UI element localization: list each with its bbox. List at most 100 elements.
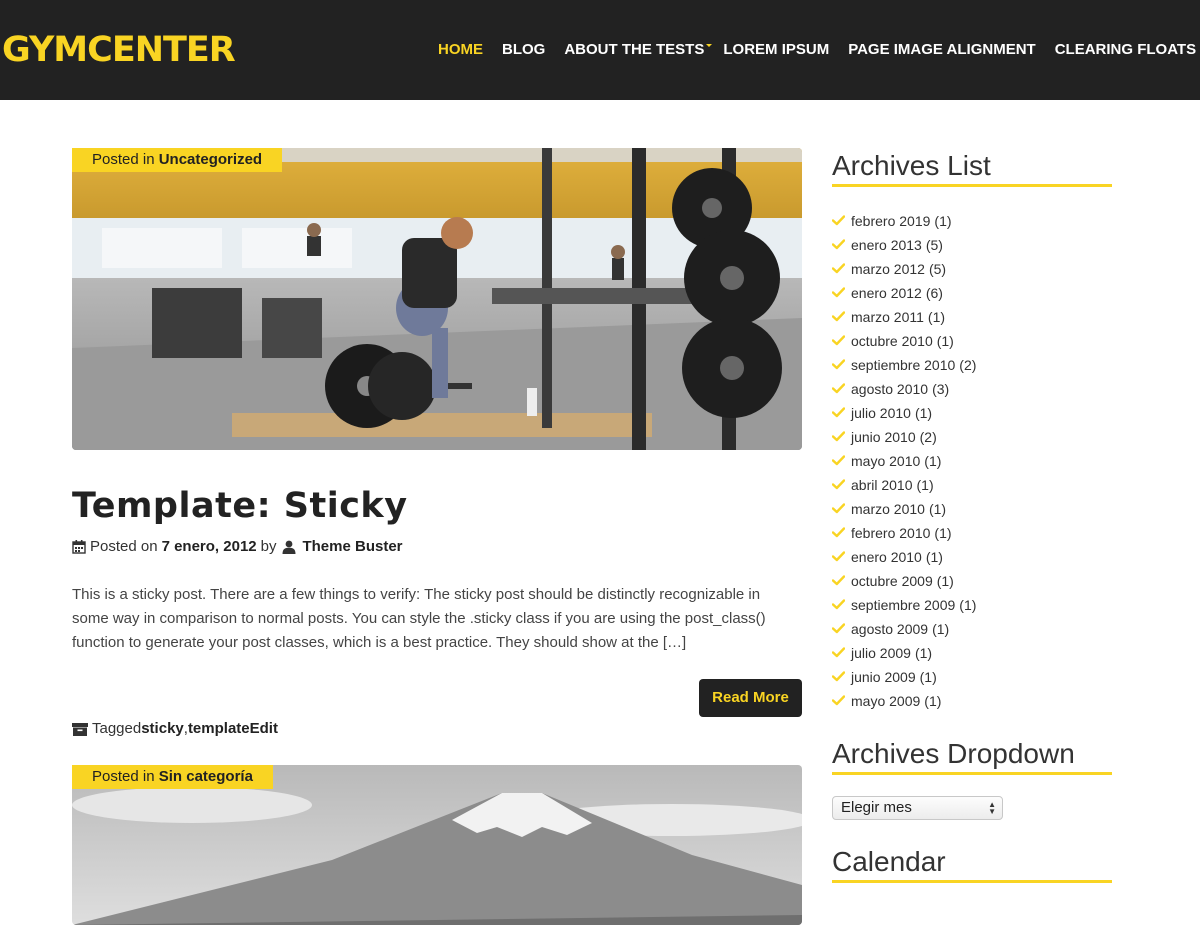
- archive-count: (1): [916, 477, 934, 493]
- post-category-badge: Posted in Sin categoría: [72, 765, 273, 789]
- checkmark-icon: [831, 210, 851, 232]
- archive-count: (1): [936, 573, 954, 589]
- nav-item-home[interactable]: HOME: [438, 40, 483, 60]
- archives-select[interactable]: Elegir mes ▲ ▼: [832, 796, 1003, 820]
- checkmark-icon: [831, 690, 851, 712]
- archive-list-item: abril 2010 (1): [831, 473, 976, 497]
- archive-list-item: septiembre 2010 (2): [831, 353, 977, 377]
- checkmark-icon: [831, 354, 851, 376]
- archive-list-item: marzo 2010 (1): [831, 497, 976, 521]
- archive-month-link[interactable]: junio 2010: [851, 426, 916, 448]
- archive-month-link[interactable]: febrero 2010: [851, 522, 930, 544]
- checkmark-icon: [831, 330, 851, 352]
- archive-month-link[interactable]: julio 2010: [851, 402, 911, 424]
- gym-photo-image: [72, 148, 802, 450]
- archive-month-link[interactable]: enero 2010: [851, 546, 922, 568]
- post-meta: Posted on 7 enero, 2012 by Theme Buster: [72, 537, 403, 557]
- checkmark-icon: [831, 378, 851, 400]
- post-excerpt: This is a sticky post. There are a few t…: [72, 586, 766, 651]
- nav-item-page-image-alignment[interactable]: PAGE IMAGE ALIGNMENT: [848, 40, 1036, 60]
- archive-list-item: junio 2009 (1): [831, 665, 976, 689]
- archive-list-item: marzo 2011 (1): [831, 305, 976, 329]
- checkmark-icon: [831, 402, 851, 424]
- tag-link-template[interactable]: template: [188, 719, 250, 739]
- archive-list-item: octubre 2009 (1): [831, 569, 976, 593]
- archives-dropdown-title: Archives Dropdown: [832, 736, 1112, 775]
- archive-count: (6): [925, 285, 943, 301]
- archive-month-link[interactable]: agosto 2009: [851, 618, 928, 640]
- archive-month-link[interactable]: enero 2013: [851, 234, 922, 256]
- posted-on-label: Posted on: [90, 538, 158, 555]
- posted-in-label: Posted in: [92, 151, 155, 168]
- nav-item-about-the-tests-label: ABOUT THE TESTS: [564, 41, 705, 58]
- archives-list: febrero 2019 (1) enero 2013 (5) marzo 2012 (5…: [831, 209, 977, 713]
- archive-month-link[interactable]: mayo 2009: [851, 690, 920, 712]
- archive-month-link[interactable]: marzo 2010: [851, 498, 925, 520]
- checkmark-icon: [831, 426, 851, 448]
- archive-month-link[interactable]: octubre 2009: [851, 570, 933, 592]
- archive-count: (1): [925, 549, 943, 565]
- archive-count: (1): [934, 213, 952, 229]
- archive-count: (1): [914, 645, 933, 661]
- archive-month-link[interactable]: marzo 2011: [851, 306, 924, 328]
- read-more-button[interactable]: Read More: [699, 679, 802, 717]
- author-link[interactable]: Theme Buster: [302, 537, 402, 557]
- archive-count: (5): [925, 237, 943, 253]
- archive-month-link[interactable]: octubre 2010: [851, 330, 933, 352]
- archive-count: (1): [924, 453, 942, 469]
- archive-month-link[interactable]: septiembre 2010: [851, 354, 955, 376]
- nav-item-blog[interactable]: BLOG: [502, 40, 545, 60]
- archive-count: (2): [959, 357, 977, 373]
- archive-list-item: febrero 2019 (1): [831, 209, 976, 233]
- edit-link[interactable]: Edit: [250, 719, 278, 739]
- archive-month-link[interactable]: marzo 2012: [851, 258, 925, 280]
- mountain-photo-image: [72, 765, 802, 925]
- post-date-link[interactable]: 7 enero, 2012: [162, 537, 257, 557]
- archive-count: (1): [934, 525, 952, 541]
- archive-list-item: enero 2012 (6): [831, 281, 976, 305]
- archive-list-item: agosto 2009 (1): [831, 617, 976, 641]
- tag-link-sticky[interactable]: sticky: [141, 719, 184, 739]
- archive-list-item: enero 2013 (5): [831, 233, 976, 257]
- archive-month-link[interactable]: abril 2010: [851, 474, 913, 496]
- archive-month-link[interactable]: agosto 2010: [851, 378, 928, 400]
- checkmark-icon: [831, 450, 851, 472]
- archive-month-link[interactable]: enero 2012: [851, 282, 922, 304]
- checkmark-icon: [831, 282, 851, 304]
- archive-list-item: octubre 2010 (1): [831, 329, 976, 353]
- nav-item-lorem-ipsum[interactable]: LOREM IPSUM: [723, 40, 829, 60]
- archive-month-link[interactable]: febrero 2019: [851, 210, 930, 232]
- archive-list-item: febrero 2010 (1): [831, 521, 976, 545]
- archive-count: (1): [928, 501, 947, 517]
- archive-box-icon: [72, 723, 88, 736]
- archive-list-item: junio 2010 (2): [831, 425, 976, 449]
- user-icon: [282, 540, 296, 554]
- archive-list-item: septiembre 2009 (1): [831, 593, 977, 617]
- archive-count: (2): [919, 429, 937, 445]
- archive-list-item: enero 2010 (1): [831, 545, 976, 569]
- post-featured-image[interactable]: [72, 765, 802, 925]
- post-title[interactable]: Template: Sticky: [72, 484, 408, 528]
- checkmark-icon: [831, 618, 851, 640]
- category-link[interactable]: Uncategorized: [159, 151, 262, 168]
- category-link[interactable]: Sin categoría: [159, 768, 253, 785]
- archive-month-link[interactable]: junio 2009: [851, 666, 916, 688]
- nav-item-clearing-floats[interactable]: CLEARING FLOATS: [1055, 40, 1196, 60]
- tagged-label: Tagged: [92, 720, 142, 737]
- checkmark-icon: [831, 594, 851, 616]
- archive-count: (1): [924, 693, 942, 709]
- archive-month-link[interactable]: mayo 2010: [851, 450, 920, 472]
- main-nav: HOME BLOG ABOUT THE TESTS LOREM IPSUM PA…: [438, 40, 1200, 60]
- archives-select-value: Elegir mes: [841, 799, 912, 816]
- archive-month-link[interactable]: septiembre 2009: [851, 594, 955, 616]
- post-featured-image[interactable]: [72, 148, 802, 450]
- checkmark-icon: [831, 546, 851, 568]
- select-arrows-icon: ▲ ▼: [988, 800, 996, 816]
- archive-list-item: agosto 2010 (3): [831, 377, 976, 401]
- nav-item-about-the-tests[interactable]: ABOUT THE TESTS: [564, 40, 713, 60]
- by-label: by: [260, 538, 277, 555]
- dropdown-caret-icon: [706, 44, 713, 47]
- archive-month-link[interactable]: julio 2009: [851, 642, 911, 664]
- archive-count: (1): [959, 597, 977, 613]
- site-logo[interactable]: GYMCENTER: [2, 30, 236, 70]
